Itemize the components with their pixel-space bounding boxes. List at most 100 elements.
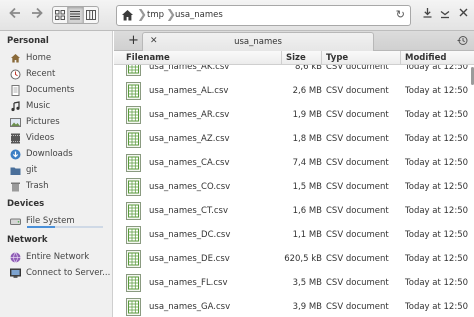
file-modified: Today at 12:50 [405,278,469,288]
file-name: usa_names_GA.csv [149,302,231,312]
videos-icon [11,133,20,143]
spreadsheet-file-icon [126,298,141,316]
sidebar-item-trash[interactable]: Trash [10,179,48,193]
file-row[interactable]: usa_names_CA.csv 7,4 MB CSV document Today … [114,151,474,175]
path-bar[interactable]: ❯ tmp ❯ usa_names ↻ [116,5,411,26]
file-name: usa_names_DE.csv [149,254,230,264]
file-row[interactable]: usa_names_AK.csv 8,6 kB CSV document Today … [114,65,474,79]
sidebar-item-pictures[interactable]: Pictures [10,115,60,129]
breadcrumb-usa-names[interactable]: usa_names [175,10,223,20]
file-modified: Today at 12:50 [405,254,469,264]
file-type: CSV document [326,254,389,264]
column-view-button[interactable] [84,7,98,23]
file-size: 620,5 kB [284,254,322,264]
file-modified: Today at 12:50 [405,158,469,168]
column-header-size[interactable]: Size [286,53,306,63]
file-size: 2,6 MB [292,86,322,96]
sidebar-item-downloads[interactable]: Downloads [10,147,73,161]
file-type: CSV document [326,230,389,240]
documents-icon [11,84,20,96]
file-type: CSV document [326,65,389,72]
folder-icon [10,167,21,175]
file-size: 1,1 MB [292,230,322,240]
sidebar-item-connect-to-server[interactable]: Connect to Server... [10,266,110,280]
column-divider[interactable] [281,51,282,65]
sidebar-heading-personal: Personal [7,36,49,46]
file-row[interactable]: usa_names_AL.csv 2,6 MB CSV document Today … [114,79,474,103]
file-row[interactable]: usa_names_GA.csv 3,9 MB CSV document Today … [114,295,474,317]
file-row[interactable]: usa_names_CO.csv 1,5 MB CSV document Today … [114,175,474,199]
list-view-button[interactable] [68,7,84,23]
spreadsheet-file-icon [126,82,141,100]
file-modified: Today at 12:50 [405,182,469,192]
file-row[interactable]: usa_names_CT.csv 1,6 MB CSV document Today … [114,199,474,223]
spreadsheet-file-icon [126,274,141,292]
spreadsheet-file-icon [126,202,141,220]
sidebar-item-documents[interactable]: Documents [10,83,74,97]
download-icon[interactable] [420,8,434,21]
file-modified: Today at 12:50 [405,134,469,144]
new-tab-icon[interactable]: + [128,33,139,48]
spreadsheet-file-icon [126,106,141,124]
file-name: usa_names_AK.csv [149,65,230,72]
file-type: CSV document [326,110,389,120]
file-list[interactable]: usa_names_AK.csv 8,6 kB CSV document Today … [114,65,474,317]
back-arrow-icon[interactable] [6,6,24,24]
icon-view-button[interactable] [53,7,69,23]
reload-icon[interactable]: ↻ [396,8,405,21]
sidebar-item-entire-network[interactable]: Entire Network [10,250,89,264]
close-window-icon[interactable] [456,8,470,20]
file-size: 1,9 MB [292,110,322,120]
sidebar-item-music[interactable]: Music [10,99,50,113]
file-type: CSV document [326,86,389,96]
file-size: 1,5 MB [292,182,322,192]
file-type: CSV document [326,134,389,144]
history-icon[interactable] [457,35,468,49]
sidebar-heading-devices: Devices [7,199,45,209]
filesystem-usage-bar [27,226,103,228]
file-name: usa_names_FL.csv [149,278,228,288]
column-header-modified[interactable]: Modified [405,53,446,63]
sidebar-heading-network: Network [7,235,48,245]
file-type: CSV document [326,158,389,168]
home-icon[interactable] [121,9,134,22]
pictures-icon [10,117,21,127]
column-divider[interactable] [400,51,401,65]
column-header-filename[interactable]: Filename [126,53,170,63]
forward-arrow-icon[interactable] [28,6,46,24]
drive-icon [10,218,21,225]
tab-usa-names[interactable]: ✕ usa_names [142,32,374,51]
file-row[interactable]: usa_names_DE.csv 620,5 kB CSV document Toda… [114,247,474,271]
app-menu-icon[interactable] [438,8,452,22]
sidebar-item-recent[interactable]: Recent [10,67,55,81]
tab-label: usa_names [234,37,282,47]
spreadsheet-file-icon [126,154,141,172]
breadcrumb-tmp[interactable]: tmp [147,10,164,20]
sidebar-item-git[interactable]: git [10,163,37,177]
file-modified: Today at 12:50 [405,65,469,72]
spreadsheet-file-icon [126,250,141,268]
spreadsheet-file-icon [126,65,141,76]
file-row[interactable]: usa_names_AR.csv 1,9 MB CSV document Today … [114,103,474,127]
grid-icon [55,10,66,20]
spreadsheet-file-icon [126,130,141,148]
tab-bar: + ✕ usa_names [114,31,474,51]
column-divider[interactable] [321,51,322,65]
file-modified: Today at 12:50 [405,230,469,240]
file-modified: Today at 12:50 [405,110,469,120]
music-icon [11,100,20,111]
scrollbar[interactable] [470,65,474,317]
sidebar-item-videos[interactable]: Videos [10,131,54,145]
file-row[interactable]: usa_names_FL.csv 3,5 MB CSV document Today … [114,271,474,295]
column-header-type[interactable]: Type [326,53,348,63]
file-name: usa_names_AR.csv [149,110,230,120]
header-bar: ❯ tmp ❯ usa_names ↻ [0,0,474,31]
sidebar-item-home[interactable]: Home [10,51,51,65]
list-icon [70,11,81,20]
file-type: CSV document [326,278,389,288]
file-name: usa_names_CO.csv [149,182,231,192]
file-row[interactable]: usa_names_AZ.csv 1,8 MB CSV document Today … [114,127,474,151]
home-icon [11,53,20,62]
file-size: 3,9 MB [292,302,322,312]
file-row[interactable]: usa_names_DC.csv 1,1 MB CSV document Today … [114,223,474,247]
